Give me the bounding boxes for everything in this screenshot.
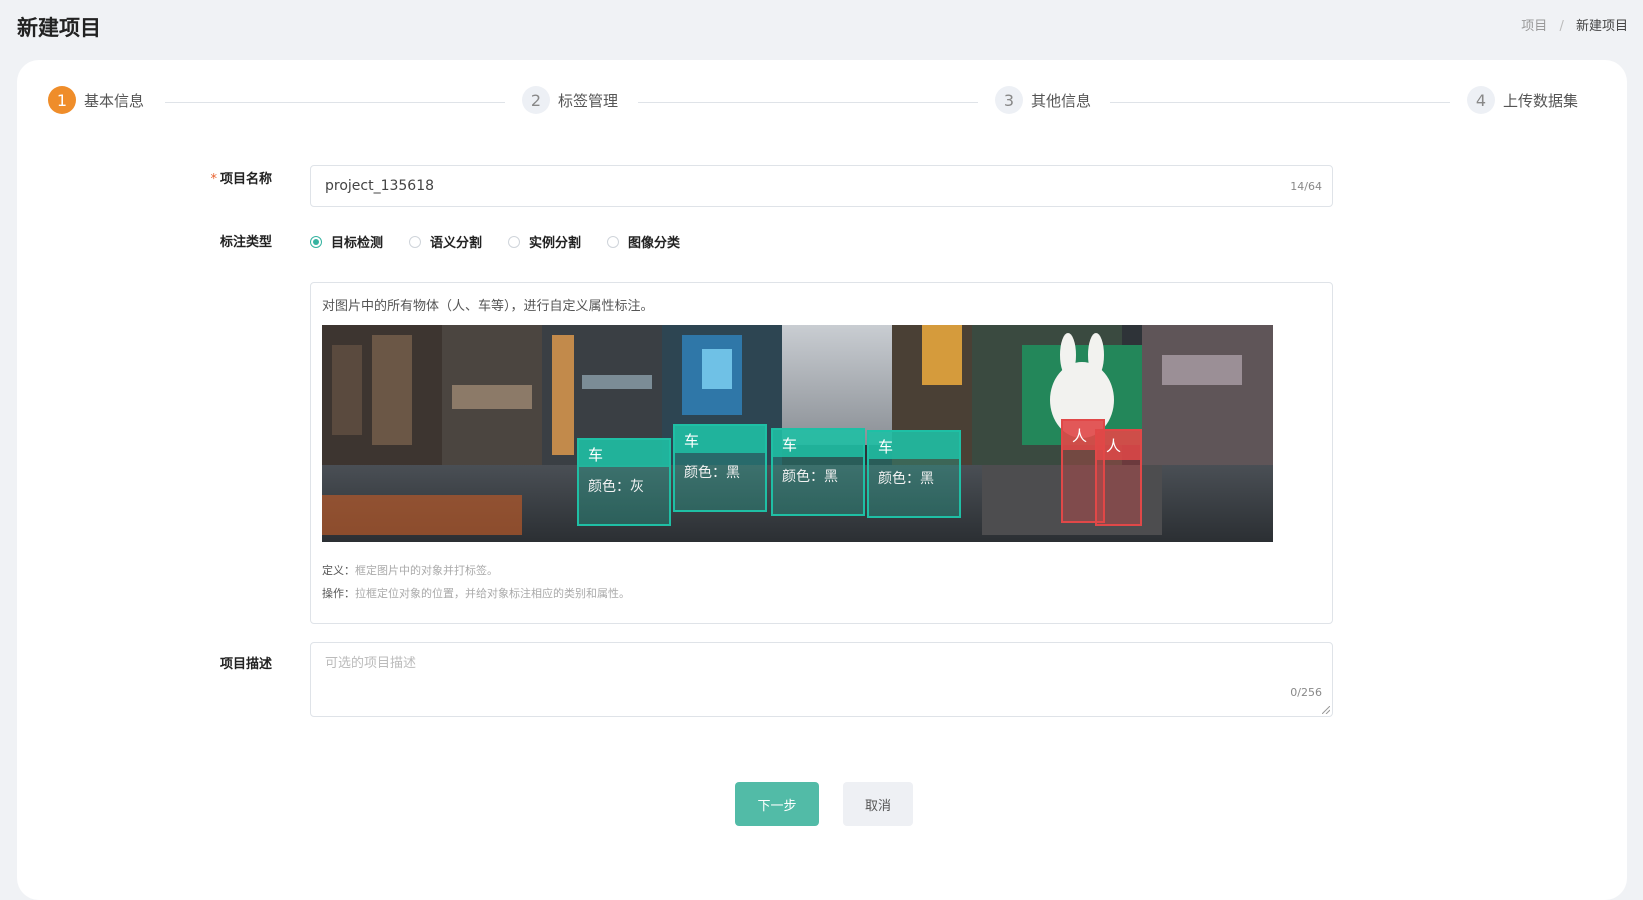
radio-image-classification[interactable]: 图像分类: [607, 232, 680, 251]
project-name-input[interactable]: project_135618 14/64: [310, 165, 1333, 207]
project-description-counter: 0/256: [1290, 686, 1322, 699]
definition-label: 定义：: [322, 564, 355, 577]
definition-text: 框定图片中的对象并打标签。: [355, 564, 498, 577]
example-image: 车颜色：灰车颜色：黑车颜色：黑车颜色：黑人人: [322, 325, 1273, 542]
radio-label: 实例分割: [529, 236, 582, 251]
content-card: 1 基本信息 2 标签管理 3 其他信息 4 上传数据集 * 项目名称 proje…: [17, 60, 1627, 900]
step-3: 3 其他信息: [995, 86, 1091, 114]
radio-circle: [508, 235, 521, 248]
breadcrumb-current: 新建项目: [1575, 19, 1628, 34]
project-name-label: * 项目名称: [162, 168, 272, 187]
step-3-label: 其他信息: [1031, 91, 1092, 110]
project-name-value: project_135618: [325, 178, 435, 194]
operation-text: 拉框定位对象的位置，并给对象标注相应的类别和属性。: [355, 587, 630, 600]
radio-semantic-segmentation[interactable]: 语义分割: [409, 232, 482, 251]
steps-bar: 1 基本信息 2 标签管理 3 其他信息 4 上传数据集: [17, 60, 1627, 140]
required-mark: *: [210, 172, 217, 187]
person-annotation-box: 人: [1095, 429, 1142, 526]
box-label: 人: [1072, 427, 1087, 445]
step-connector: [638, 102, 978, 103]
radio-circle: [409, 235, 422, 248]
breadcrumb-parent[interactable]: 项目: [1521, 19, 1547, 34]
car-annotation-box: 车颜色：黑: [771, 428, 865, 516]
step-4-label: 上传数据集: [1503, 91, 1579, 110]
step-connector: [1110, 102, 1450, 103]
box-label: 车: [878, 438, 893, 456]
page-title: 新建项目: [17, 16, 101, 40]
step-1-label: 基本信息: [84, 91, 145, 110]
operation-label: 操作：: [322, 587, 355, 600]
step-4-number: 4: [1467, 86, 1495, 114]
step-1: 1 基本信息: [48, 86, 144, 114]
project-name-counter: 14/64: [1290, 179, 1322, 193]
step-connector: [165, 102, 505, 103]
car-annotation-box: 车颜色：黑: [867, 430, 961, 518]
annotation-type-radio-group: 目标检测 语义分割 实例分割 图像分类: [310, 232, 706, 251]
step-3-number: 3: [995, 86, 1023, 114]
description-intro: 对图片中的所有物体（人、车等），进行自定义属性标注。: [322, 299, 654, 314]
definition-note: 定义：框定图片中的对象并打标签。: [322, 562, 498, 578]
box-attribute: 颜色：灰: [588, 478, 644, 495]
annotation-type-description-panel: 对图片中的所有物体（人、车等），进行自定义属性标注。 车 颜色：灰 车 颜色：黑…: [310, 282, 1333, 624]
radio-circle: [310, 235, 322, 248]
annotation-type-label: 标注类型: [219, 235, 272, 250]
breadcrumb: 项目 / 新建项目: [1521, 15, 1628, 34]
next-button[interactable]: 下一步: [735, 782, 819, 826]
step-2: 2 标签管理: [522, 86, 618, 114]
box-label: 车: [782, 436, 797, 454]
cancel-button[interactable]: 取消: [843, 782, 913, 826]
car-annotation-box: 车颜色：灰: [577, 438, 671, 526]
operation-note: 操作：拉框定位对象的位置，并给对象标注相应的类别和属性。: [322, 585, 630, 601]
box-label: 人: [1106, 437, 1121, 455]
step-4: 4 上传数据集: [1467, 86, 1578, 114]
box-attribute: 颜色：黑: [684, 464, 740, 481]
radio-circle: [607, 235, 620, 248]
radio-label: 目标检测: [331, 236, 384, 251]
project-description-label: 项目描述: [219, 657, 272, 672]
radio-instance-segmentation[interactable]: 实例分割: [508, 232, 581, 251]
box-attribute: 颜色：黑: [782, 468, 838, 485]
project-description-placeholder: 可选的项目描述: [325, 656, 417, 671]
radio-label: 语义分割: [430, 236, 483, 251]
project-description-textarea[interactable]: 可选的项目描述 0/256: [310, 642, 1333, 717]
radio-label: 图像分类: [628, 236, 681, 251]
car-annotation-box: 车颜色：黑: [673, 424, 767, 512]
box-label: 车: [588, 446, 603, 464]
step-1-number: 1: [48, 86, 76, 114]
step-2-number: 2: [522, 86, 550, 114]
project-name-label-text: 项目名称: [219, 172, 272, 187]
box-label: 车: [684, 432, 699, 450]
step-2-label: 标签管理: [558, 91, 619, 110]
radio-object-detection[interactable]: 目标检测: [310, 232, 383, 251]
resize-handle-icon[interactable]: [1322, 706, 1330, 714]
box-attribute: 颜色：黑: [878, 470, 934, 487]
breadcrumb-separator: /: [1559, 19, 1564, 34]
